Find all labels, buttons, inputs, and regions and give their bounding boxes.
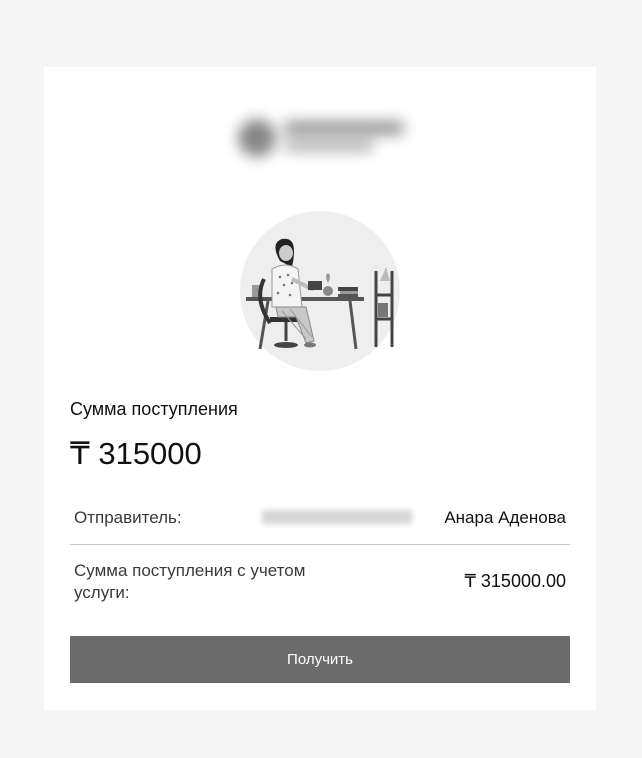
sender-masked-detail — [262, 510, 412, 524]
logo-mark — [238, 119, 276, 157]
woman-reading-illustration — [240, 211, 400, 371]
logo-wordmark-line-2 — [284, 141, 374, 151]
amount-with-fee-row: Сумма поступления с учетом услуги: ₸ 315… — [70, 560, 570, 612]
brand-logo-blurred — [230, 105, 415, 170]
sender-name: Анара Аденова — [444, 508, 566, 527]
logo-wordmark-line-1 — [284, 121, 404, 135]
transfer-card: Сумма поступления ₸ 315000 Отправитель: … — [44, 67, 596, 710]
amount-label: Сумма поступления — [70, 399, 238, 419]
amount-value: ₸ 315000 — [70, 436, 202, 471]
sender-label: Отправитель: — [74, 508, 182, 527]
receive-button[interactable]: Получить — [70, 636, 570, 683]
sender-row: Отправитель: Анара Аденова — [70, 496, 570, 545]
amount-with-fee-label: Сумма поступления с учетом услуги: — [74, 561, 306, 602]
amount-with-fee-value: ₸ 315000.00 — [464, 571, 566, 591]
